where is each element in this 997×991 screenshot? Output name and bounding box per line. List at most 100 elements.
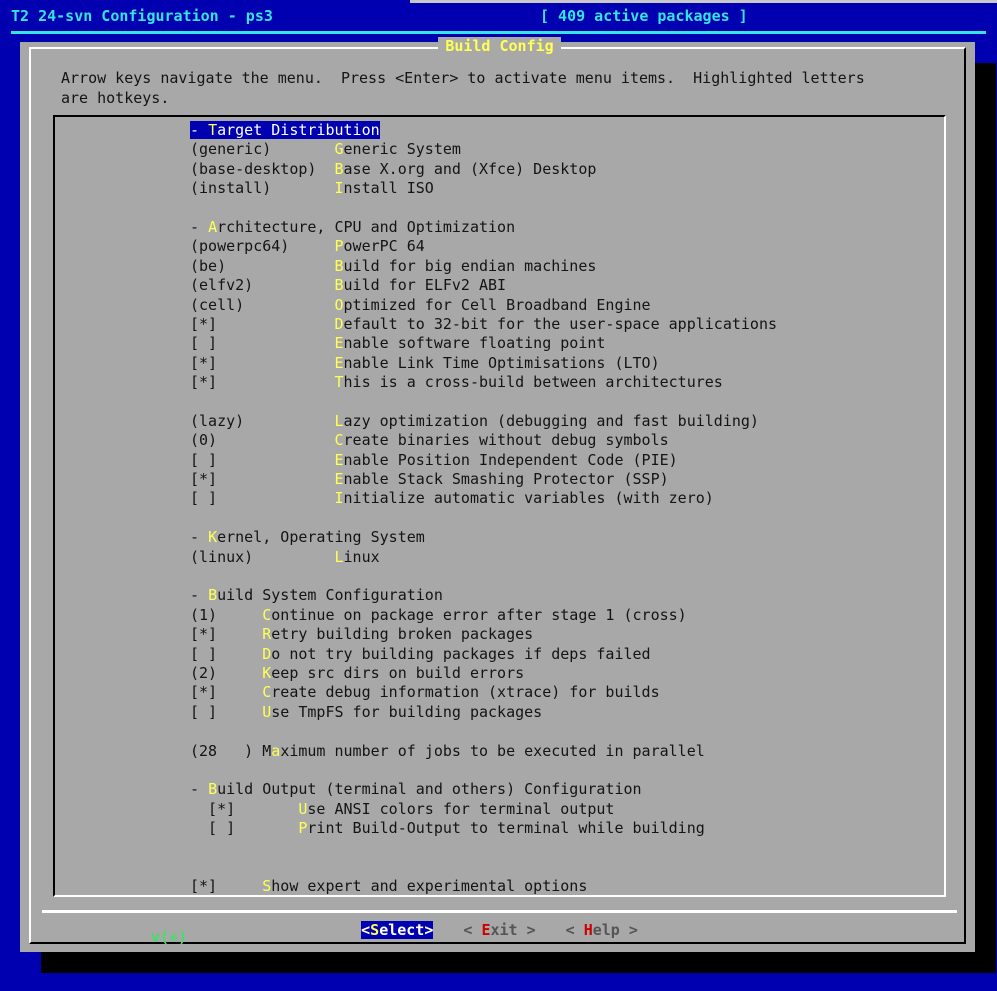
menu-item-row[interactable]: (powerpc64) PowerPC 64 bbox=[190, 237, 425, 255]
menu-item-row[interactable]: [*] Use ANSI colors for terminal output bbox=[190, 800, 614, 818]
menu-item-value: (powerpc64) bbox=[190, 237, 335, 256]
titlebar-title: T2 24-svn Configuration - ps3 bbox=[11, 7, 273, 25]
menu-item-row[interactable]: (2) Keep src dirs on build errors bbox=[190, 664, 524, 682]
menu-item[interactable]: (powerpc64) PowerPC 64 bbox=[55, 237, 944, 256]
menu-item-hotkey: D bbox=[334, 314, 344, 333]
menu-item-row[interactable]: [*] Show expert and experimental options bbox=[190, 877, 587, 895]
titlebar-package-count: [ 409 active packages ] bbox=[540, 7, 748, 25]
menu-item[interactable]: (28 ) Maximum number of jobs to be execu… bbox=[55, 742, 944, 761]
menu-item[interactable]: - Build System Configuration bbox=[55, 586, 944, 605]
menu-item-row[interactable]: - Architecture, CPU and Optimization bbox=[190, 218, 515, 236]
menu-item-value: (linux) bbox=[190, 547, 335, 566]
menu-item[interactable]: (linux) Linux bbox=[55, 548, 944, 567]
menu-item-row[interactable]: (lazy) Lazy optimization (debugging and … bbox=[190, 412, 759, 430]
menu-item[interactable]: [*] Default to 32-bit for the user-space… bbox=[55, 315, 944, 334]
menu-item-row[interactable]: - Build System Configuration bbox=[190, 586, 443, 604]
menu-item-row[interactable]: [*] Create debug information (xtrace) fo… bbox=[190, 683, 660, 701]
menu-item-row[interactable]: [*] Retry building broken packages bbox=[190, 625, 533, 643]
menu-item[interactable]: [*] This is a cross-build between archit… bbox=[55, 373, 944, 392]
scroll-down-indicator: v(+) bbox=[151, 928, 188, 946]
button-bracket-close: > bbox=[424, 921, 434, 939]
menu-item[interactable]: (lazy) Lazy optimization (debugging and … bbox=[55, 412, 944, 431]
menu-item-label: eneric System bbox=[343, 140, 461, 159]
menu-item[interactable]: - Kernel, Operating System bbox=[55, 528, 944, 547]
button-gap bbox=[433, 921, 463, 939]
button-hotkey: S bbox=[370, 921, 380, 939]
menu-item-row[interactable]: (install) Install ISO bbox=[190, 179, 434, 197]
menu-item-label: se TmpFS for building packages bbox=[271, 702, 543, 721]
select-button[interactable]: <Select> bbox=[361, 921, 434, 939]
titlebar-rule bbox=[11, 31, 986, 34]
menu-item-selected[interactable]: - Target Distribution bbox=[190, 121, 380, 139]
menu-item-row[interactable]: [*] Enable Stack Smashing Protector (SSP… bbox=[190, 470, 669, 488]
menu-item[interactable]: [ ] Enable Position Independent Code (PI… bbox=[55, 451, 944, 470]
exit-button[interactable]: < Exit > bbox=[463, 921, 535, 939]
menu-item-row[interactable]: (1) Continue on package error after stag… bbox=[190, 606, 687, 624]
menu-item[interactable]: [*] Retry building broken packages bbox=[55, 625, 944, 644]
menu-item-row[interactable]: (cell) Optimized for Cell Broadband Engi… bbox=[190, 296, 651, 314]
menu-item-value: [*] bbox=[190, 625, 263, 644]
menu-item-row[interactable]: [*] Enable Link Time Optimisations (LTO) bbox=[190, 354, 660, 372]
menu-item-row[interactable]: (28 ) Maximum number of jobs to be execu… bbox=[190, 742, 705, 760]
menu-item-row[interactable]: [*] This is a cross-build between archit… bbox=[190, 373, 723, 391]
menu-item-label: inux bbox=[343, 547, 380, 566]
menu-item-label: uild System Configuration bbox=[217, 586, 443, 605]
menu-item-hotkey: C bbox=[262, 683, 272, 702]
menu-item[interactable]: [*] Enable Link Time Optimisations (LTO) bbox=[55, 354, 944, 373]
menu-item-row[interactable]: - Build Output (terminal and others) Con… bbox=[190, 780, 642, 798]
menu-item[interactable]: [*] Create debug information (xtrace) fo… bbox=[55, 683, 944, 702]
menu-listbox[interactable]: - Target Distribution (generic) Generic S… bbox=[53, 115, 946, 897]
menu-item[interactable]: - Architecture, CPU and Optimization bbox=[55, 218, 944, 237]
menu-item[interactable]: (2) Keep src dirs on build errors bbox=[55, 664, 944, 683]
menu-item[interactable]: [ ] Initialize automatic variables (with… bbox=[55, 489, 944, 508]
menu-item-label: uild Output (terminal and others) Config… bbox=[217, 780, 642, 799]
menu-item-row[interactable]: (base-desktop) Base X.org and (Xfce) Des… bbox=[190, 160, 596, 178]
menu-item[interactable]: (cell) Optimized for Cell Broadband Engi… bbox=[55, 296, 944, 315]
menu-item[interactable]: (base-desktop) Base X.org and (Xfce) Des… bbox=[55, 160, 944, 179]
menu-item[interactable]: (generic) Generic System bbox=[55, 140, 944, 159]
menu-item[interactable]: - Target Distribution bbox=[55, 121, 944, 140]
build-config-dialog: Build Config Arrow keys navigate the men… bbox=[20, 37, 975, 952]
menu-item-label: uild for ELFv2 ABI bbox=[343, 276, 507, 295]
menu-item[interactable]: (0) Create binaries without debug symbol… bbox=[55, 431, 944, 450]
menu-item[interactable]: (1) Continue on package error after stag… bbox=[55, 606, 944, 625]
menu-item-row[interactable]: (generic) Generic System bbox=[190, 140, 461, 158]
menu-item-value: [ ] bbox=[190, 644, 263, 663]
menu-item-label: nable Position Independent Code (PIE) bbox=[343, 450, 678, 469]
instruction-line-1: Arrow keys navigate the menu. Press <Ent… bbox=[61, 69, 865, 87]
menu-item[interactable]: [*] Use ANSI colors for terminal output bbox=[55, 800, 944, 819]
menu-item[interactable]: [ ] Print Build-Output to terminal while… bbox=[55, 819, 944, 838]
menu-item-row[interactable]: [ ] Use TmpFS for building packages bbox=[190, 703, 542, 721]
menu-item-row[interactable]: (0) Create binaries without debug symbol… bbox=[190, 431, 669, 449]
menu-item[interactable]: [ ] Do not try building packages if deps… bbox=[55, 645, 944, 664]
menu-item-row[interactable]: (linux) Linux bbox=[190, 548, 380, 566]
help-button[interactable]: < Help > bbox=[566, 921, 638, 939]
menu-item-row[interactable]: [ ] Enable software floating point bbox=[190, 334, 605, 352]
menu-item-row[interactable]: [ ] Initialize automatic variables (with… bbox=[190, 489, 714, 507]
menu-item-hotkey: O bbox=[334, 295, 344, 314]
menu-item-row[interactable]: [ ] Do not try building packages if deps… bbox=[190, 645, 651, 663]
menu-item[interactable]: [ ] Use TmpFS for building packages bbox=[55, 703, 944, 722]
menu-spacer bbox=[55, 761, 944, 780]
menu-item-label: etry building broken packages bbox=[271, 625, 534, 644]
menu-item-hotkey: U bbox=[262, 702, 272, 721]
menu-item[interactable]: (be) Build for big endian machines bbox=[55, 257, 944, 276]
menu-item-value: (28 ) M bbox=[190, 741, 272, 760]
menu-item-row[interactable]: [ ] Enable Position Independent Code (PI… bbox=[190, 451, 678, 469]
menu-item[interactable]: [ ] Enable software floating point bbox=[55, 334, 944, 353]
menu-item-value: [*] bbox=[190, 353, 335, 372]
menu-item-hotkey: B bbox=[334, 159, 344, 178]
menu-item[interactable]: [*] Show expert and experimental options bbox=[55, 877, 944, 895]
menu-item-row[interactable]: (be) Build for big endian machines bbox=[190, 257, 596, 275]
menu-item-hotkey: P bbox=[334, 237, 344, 256]
menu-item[interactable]: - Build Output (terminal and others) Con… bbox=[55, 780, 944, 799]
menu-item-row[interactable]: - Kernel, Operating System bbox=[190, 528, 425, 546]
menu-item[interactable]: (elfv2) Build for ELFv2 ABI bbox=[55, 276, 944, 295]
menu-item-value: (lazy) bbox=[190, 411, 335, 430]
button-label: elect bbox=[379, 921, 425, 939]
menu-item-row[interactable]: [*] Default to 32-bit for the user-space… bbox=[190, 315, 777, 333]
menu-item-row[interactable]: [ ] Print Build-Output to terminal while… bbox=[190, 819, 705, 837]
menu-item[interactable]: (install) Install ISO bbox=[55, 179, 944, 198]
menu-item-row[interactable]: (elfv2) Build for ELFv2 ABI bbox=[190, 276, 506, 294]
menu-item[interactable]: [*] Enable Stack Smashing Protector (SSP… bbox=[55, 470, 944, 489]
